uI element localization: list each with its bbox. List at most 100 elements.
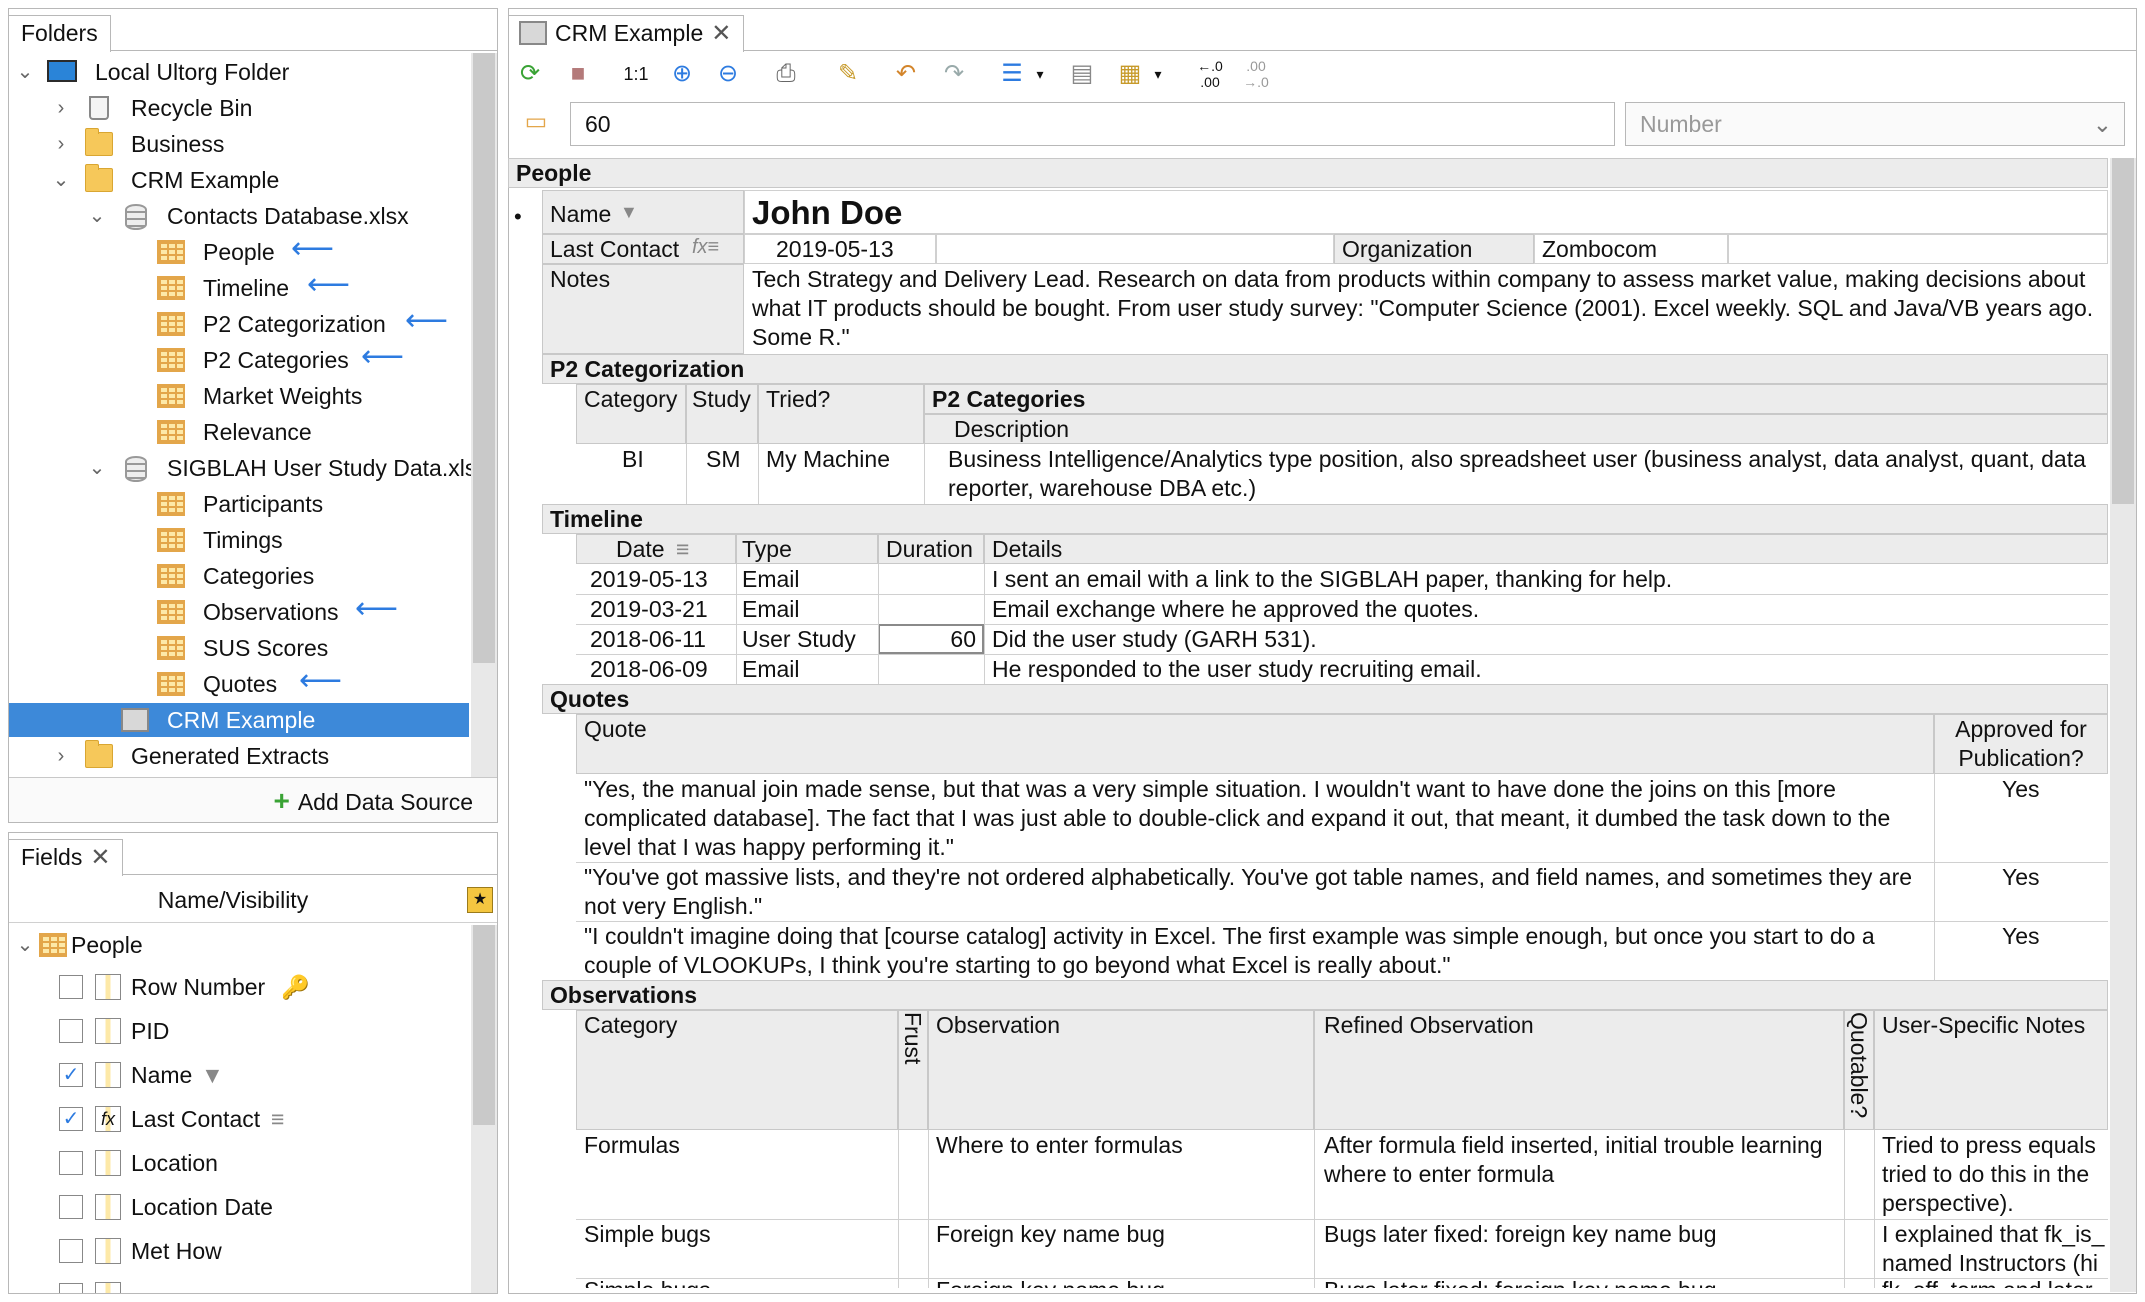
type-select[interactable]: Number ⌄ xyxy=(1625,102,2125,146)
visibility-checkbox[interactable] xyxy=(59,1283,83,1293)
timeline-row-details[interactable]: Did the user study (GARH 531). xyxy=(992,625,1317,653)
quote-row-text[interactable]: "You've got massive lists, and they're n… xyxy=(584,863,1924,921)
obs-row-observation[interactable]: Foreign key name bug xyxy=(936,1220,1165,1248)
field-last-contact[interactable]: ✓ fx Last Contact ≡ xyxy=(9,1103,475,1135)
tree-item-recycle-bin[interactable]: › Recycle Bin xyxy=(9,91,469,125)
field-row-number[interactable]: Row Number 🔑 xyxy=(9,971,475,1003)
chevron-right-icon[interactable]: › xyxy=(51,91,71,125)
field-location[interactable]: Location xyxy=(9,1147,475,1179)
obs-row-observation[interactable]: Where to enter formulas xyxy=(936,1131,1183,1159)
tree-item-contacts-db[interactable]: ⌄ Contacts Database.xlsx xyxy=(9,199,489,233)
visibility-toggle-icon[interactable]: ★ xyxy=(467,887,493,913)
chevron-down-icon[interactable]: ⌄ xyxy=(15,55,35,89)
chevron-down-icon[interactable]: ⌄ xyxy=(15,929,35,961)
field-partial[interactable] xyxy=(9,1279,475,1293)
folders-scrollbar[interactable] xyxy=(471,53,497,778)
zoom-out-icon[interactable]: ⊖ xyxy=(710,56,746,92)
add-data-source-button[interactable]: + Add Data Source xyxy=(273,786,473,817)
obs-row-category[interactable]: Simple bugs xyxy=(584,1220,711,1248)
empty-cell[interactable] xyxy=(1728,234,2108,264)
quote-row-approved[interactable]: Yes xyxy=(2002,775,2040,803)
visibility-checkbox-checked[interactable]: ✓ xyxy=(59,1107,83,1131)
timeline-row-details[interactable]: He responded to the user study recruitin… xyxy=(992,655,1482,683)
tree-item-observations[interactable]: Observations ⟵ xyxy=(9,592,469,629)
p2-categories-header[interactable] xyxy=(924,384,2108,414)
close-icon[interactable]: ✕ xyxy=(90,844,110,871)
stop-icon[interactable]: ■ xyxy=(560,56,596,92)
selected-duration-cell[interactable]: 60 xyxy=(878,624,984,654)
field-root-people[interactable]: ⌄ People xyxy=(9,929,475,963)
people-header[interactable] xyxy=(508,158,2108,188)
tree-item-sus-scores[interactable]: SUS Scores xyxy=(9,631,469,665)
timeline-row-date[interactable]: 2019-05-13 xyxy=(590,565,708,593)
quote-row-text[interactable]: "Yes, the manual join made sense, but th… xyxy=(584,775,1924,862)
field-met-how[interactable]: Met How xyxy=(9,1235,475,1267)
timeline-row-type[interactable]: Email xyxy=(742,655,800,683)
tree-item-timings[interactable]: Timings xyxy=(9,523,469,557)
tree-item-relevance[interactable]: Relevance xyxy=(9,415,469,449)
visibility-checkbox[interactable] xyxy=(59,1151,83,1175)
refresh-icon[interactable]: ⟳ xyxy=(512,56,548,92)
p2-description-col-header[interactable] xyxy=(924,414,2108,444)
tree-item-crm-example-perspective[interactable]: CRM Example xyxy=(9,703,469,737)
obs-row-notes[interactable]: Tried to press equals tried to do this i… xyxy=(1882,1131,2108,1219)
field-name[interactable]: ✓ Name ▼ xyxy=(9,1059,475,1091)
chevron-down-icon[interactable]: ▾ xyxy=(1030,56,1050,92)
tree-item-market-weights[interactable]: Market Weights xyxy=(9,379,469,413)
tree-item-p2-categories[interactable]: P2 Categories ⟵ xyxy=(9,340,469,377)
p2-row-description[interactable]: Business Intelligence/Analytics type pos… xyxy=(948,445,2088,503)
fields-scrollbar[interactable] xyxy=(471,925,497,1293)
timeline-row-type[interactable]: Email xyxy=(742,595,800,623)
undo-icon[interactable]: ↶ xyxy=(888,56,924,92)
tree-item-local-folder[interactable]: ⌄ Local Ultorg Folder xyxy=(9,55,469,89)
timeline-header[interactable] xyxy=(542,504,2108,534)
edit-icon[interactable]: ✎ xyxy=(830,56,866,92)
tab-crm-example[interactable]: CRM Example ✕ xyxy=(509,15,745,52)
visibility-checkbox[interactable] xyxy=(59,1239,83,1263)
formula-input[interactable] xyxy=(570,102,1615,146)
tree-item-sigblah-data[interactable]: ⌄ SIGBLAH User Study Data.xls xyxy=(9,451,489,485)
obs-row-refined[interactable]: Bugs later fixed: foreign key name bug xyxy=(1324,1276,1717,1288)
timeline-row-type[interactable]: Email xyxy=(742,565,800,593)
timeline-row-date[interactable]: 2018-06-11 xyxy=(590,625,706,653)
visibility-checkbox[interactable] xyxy=(59,975,83,999)
timeline-row-date[interactable]: 2019-03-21 xyxy=(590,595,708,623)
timeline-row-details[interactable]: Email exchange where he approved the quo… xyxy=(992,595,1479,623)
timeline-row-details[interactable]: I sent an email with a link to the SIGBL… xyxy=(992,565,1672,593)
fields-column-header[interactable]: Name/Visibility xyxy=(9,877,497,923)
timeline-row-date[interactable]: 2018-06-09 xyxy=(590,655,708,683)
name-value-cell[interactable] xyxy=(744,190,2108,234)
visibility-checkbox[interactable] xyxy=(59,1195,83,1219)
tree-item-participants[interactable]: Participants xyxy=(9,487,469,521)
notes-value[interactable]: Tech Strategy and Delivery Lead. Researc… xyxy=(752,265,2102,352)
tree-item-crm-example-folder[interactable]: ⌄ CRM Example xyxy=(9,163,469,197)
chevron-down-icon[interactable]: ⌄ xyxy=(87,451,107,485)
tree-item-people[interactable]: People ⟵ xyxy=(9,232,469,269)
obs-row-category[interactable]: Formulas xyxy=(584,1131,680,1159)
quote-row-approved[interactable]: Yes xyxy=(2002,863,2040,891)
timeline-row-type[interactable]: User Study xyxy=(742,625,856,653)
obs-row-refined[interactable]: After formula field inserted, initial tr… xyxy=(1324,1131,1834,1189)
field-pid[interactable]: PID xyxy=(9,1015,475,1047)
chevron-right-icon[interactable]: › xyxy=(51,127,71,161)
quote-col-header[interactable] xyxy=(576,714,1934,774)
align-icon[interactable]: ☰ xyxy=(994,56,1030,92)
chevron-down-icon[interactable]: ▾ xyxy=(1148,56,1168,92)
p2-row-category[interactable]: BI xyxy=(622,445,644,473)
obs-row-notes[interactable]: I explained that fk_is_ named Instructor… xyxy=(1882,1220,2108,1278)
quote-row-approved[interactable]: Yes xyxy=(2002,922,2040,950)
empty-cell[interactable] xyxy=(936,234,1334,264)
decimal-increase-icon[interactable]: ←.0 .00 xyxy=(1192,56,1228,92)
grid-scrollbar[interactable] xyxy=(2110,158,2136,1292)
p2-categorization-header[interactable] xyxy=(542,354,2108,384)
visibility-checkbox-checked[interactable]: ✓ xyxy=(59,1063,83,1087)
chevron-down-icon[interactable]: ⌄ xyxy=(87,199,107,233)
print-icon[interactable]: ⎙ xyxy=(768,56,804,92)
quote-row-text[interactable]: "I couldn't imagine doing that [course c… xyxy=(584,922,1924,980)
chevron-right-icon[interactable]: › xyxy=(51,739,71,773)
p2-row-tried[interactable]: My Machine xyxy=(766,445,890,473)
tree-item-timeline[interactable]: Timeline ⟵ xyxy=(9,268,469,305)
tree-item-business[interactable]: › Business xyxy=(9,127,469,161)
scrollbar-thumb[interactable] xyxy=(2112,158,2134,504)
observations-header[interactable] xyxy=(542,980,2108,1010)
